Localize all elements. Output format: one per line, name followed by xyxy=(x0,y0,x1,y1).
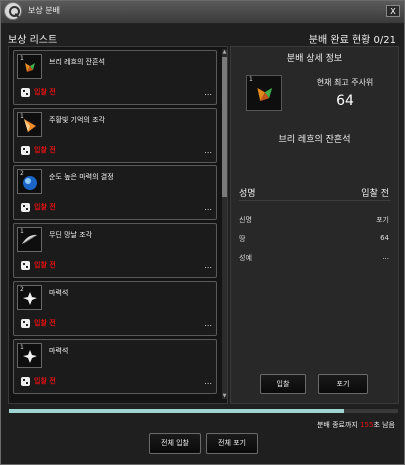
dice-icon xyxy=(21,88,30,97)
bid-status: 입찰 전 xyxy=(34,88,56,96)
reward-distribution-window: 보상 분배 X 보상 리스트 분배 완료 현황 0/21 1 브리 레흐의 잔흔… xyxy=(0,0,405,465)
item-count: 1 xyxy=(20,228,24,235)
bid-status: 입찰 전 xyxy=(34,377,56,385)
top-roll-value: 64 xyxy=(336,93,354,109)
timer-prefix: 분배 종료까지 xyxy=(316,421,361,429)
more-button[interactable]: ... xyxy=(204,261,212,270)
list-item[interactable]: 1 무딘 망날 조각 입찰 전 ... xyxy=(13,223,217,278)
dice-icon xyxy=(21,146,30,155)
list-item[interactable]: 2 마력석 입찰 전 ... xyxy=(13,281,217,336)
time-progress-fill xyxy=(9,409,344,413)
detail-title: 분배 상세 정보 xyxy=(286,54,343,64)
bidder-name: 신명 xyxy=(239,216,252,224)
reward-list: 1 브리 레흐의 잔흔석 입찰 전 ... 1 주황빛 기억의 조각 입찰 전 … xyxy=(8,46,228,404)
dice-icon xyxy=(21,319,30,328)
more-button[interactable]: ... xyxy=(204,377,212,386)
item-thumbnail: 1 xyxy=(17,54,42,79)
list-item[interactable]: 2 순도 높은 마력의 결정 입찰 전 ... xyxy=(13,165,217,220)
item-count: 2 xyxy=(20,170,24,177)
detail-item-name: 브리 레흐의 잔흔석 xyxy=(278,135,351,145)
magnifier-icon xyxy=(4,2,22,20)
item-thumbnail: 1 xyxy=(17,343,42,368)
dice-icon xyxy=(21,261,30,270)
top-roll-label: 현재 최고 주사위 xyxy=(316,78,374,87)
item-count: 1 xyxy=(249,76,253,83)
bidder-result: ... xyxy=(382,253,389,261)
more-button[interactable]: ... xyxy=(204,88,212,97)
scroll-up-icon[interactable]: ▲ xyxy=(222,49,227,55)
timer-suffix: 초 남음 xyxy=(373,421,395,429)
more-button[interactable]: ... xyxy=(204,146,212,155)
bidder-name: 성예 xyxy=(239,254,252,262)
pass-all-button[interactable]: 전체 포기 xyxy=(206,433,258,454)
item-name: 무딘 망날 조각 xyxy=(49,231,93,239)
dice-icon xyxy=(21,377,30,386)
item-thumbnail: 1 xyxy=(17,227,42,252)
timer-text: 분배 종료까지 155초 남음 xyxy=(317,420,395,430)
list-item[interactable]: 1 브리 레흐의 잔흔석 입찰 전 ... xyxy=(13,50,217,105)
item-name: 마력석 xyxy=(49,289,69,297)
list-item[interactable]: 1 주황빛 기억의 조각 입찰 전 ... xyxy=(13,108,217,163)
bidder-column-header: 성명 xyxy=(239,189,256,199)
item-count: 2 xyxy=(20,286,24,293)
bid-button[interactable]: 입찰 xyxy=(260,374,306,394)
bid-column-header: 입찰 전 xyxy=(361,189,389,199)
more-button[interactable]: ... xyxy=(204,203,212,212)
item-count: 1 xyxy=(20,344,24,351)
window-title: 보상 분배 xyxy=(28,6,60,15)
scrollbar-thumb[interactable] xyxy=(222,57,227,197)
list-item[interactable]: 1 마력석 입찰 전 ... xyxy=(13,339,217,394)
item-thumbnail: 2 xyxy=(17,285,42,310)
scroll-down-icon[interactable]: ▼ xyxy=(222,393,227,399)
item-name: 순도 높은 마력의 결정 xyxy=(49,173,114,181)
list-scrollbar[interactable]: ▲ ▼ xyxy=(222,49,227,399)
detail-item-thumbnail: 1 xyxy=(246,75,282,111)
item-name: 브리 레흐의 잔흔석 xyxy=(49,58,105,66)
timer-seconds: 155 xyxy=(360,421,374,429)
item-thumbnail: 1 xyxy=(17,112,42,137)
distribution-status: 분배 완료 현황 0/21 xyxy=(308,35,396,46)
divider xyxy=(239,200,391,201)
item-name: 주황빛 기억의 조각 xyxy=(49,116,105,124)
reward-list-heading: 보상 리스트 xyxy=(8,35,58,46)
title-bar[interactable]: 보상 분배 X xyxy=(1,1,404,24)
bidder-name: 땅 xyxy=(239,235,246,243)
bid-status: 입찰 전 xyxy=(34,261,56,269)
item-thumbnail: 2 xyxy=(17,169,42,194)
dice-icon xyxy=(21,203,30,212)
bidder-result: 64 xyxy=(380,234,389,242)
item-name: 마력석 xyxy=(49,347,69,355)
item-count: 1 xyxy=(20,113,24,120)
bidder-result: 포기 xyxy=(376,216,389,224)
more-button[interactable]: ... xyxy=(204,319,212,328)
pass-button[interactable]: 포기 xyxy=(318,374,368,394)
bid-status: 입찰 전 xyxy=(34,319,56,327)
bid-all-button[interactable]: 전체 입찰 xyxy=(149,433,201,454)
detail-panel: 분배 상세 정보 1 현재 최고 주사위 64 브리 레흐의 잔흔석 성명 입찰… xyxy=(230,46,399,404)
bid-status: 입찰 전 xyxy=(34,146,56,154)
item-count: 1 xyxy=(20,55,24,62)
bid-status: 입찰 전 xyxy=(34,203,56,211)
close-button[interactable]: X xyxy=(386,5,400,17)
time-progress-bar xyxy=(9,409,398,413)
